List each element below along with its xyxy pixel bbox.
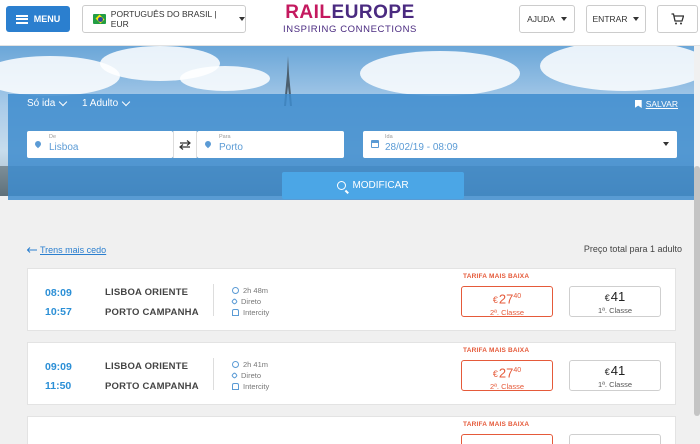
duration-row: 2h 41m <box>232 360 268 369</box>
fare-class: 2ª. Classe <box>489 382 525 392</box>
train-type-row: Intercity <box>232 382 269 391</box>
calendar-icon <box>371 140 379 148</box>
second-class-fare-button[interactable]: €2740 2ª. Classe <box>461 286 553 317</box>
modify-label: MODIFICAR <box>352 180 409 191</box>
help-button[interactable]: AJUDA <box>519 5 575 33</box>
passengers-label: 1 Adulto <box>82 98 119 109</box>
scrollbar-thumb[interactable] <box>694 166 700 416</box>
second-class-fare-button[interactable] <box>461 434 553 444</box>
arrival-time: 11:50 <box>45 380 72 392</box>
currency: € <box>492 369 498 380</box>
train-icon <box>232 309 239 316</box>
origin-station: LISBOA ORIENTE <box>105 287 189 298</box>
train-type: Intercity <box>243 382 270 391</box>
arrow-left-icon <box>27 247 37 253</box>
lowest-fare-badge: TARIFA MAIS BAIXA <box>463 421 530 428</box>
price-integer: 27 <box>498 291 514 307</box>
fare-class: 1ª. Classe <box>597 306 633 315</box>
search-panel: Só ida 1 Adulto SALVAR De Lisboa Para Po… <box>8 94 694 200</box>
destination-station: PORTO CAMPANHA <box>105 381 199 392</box>
pin-icon <box>203 139 213 149</box>
train-result-card[interactable]: TARIFA MAIS BAIXA <box>27 416 676 444</box>
lowest-fare-badge: TARIFA MAIS BAIXA <box>463 347 530 354</box>
departure-time: 08:09 <box>45 287 72 299</box>
logo-part1: RAIL <box>285 2 332 23</box>
price-decimal: 40 <box>513 367 522 374</box>
duration: 2h 48m <box>243 286 269 295</box>
search-icon <box>337 181 347 190</box>
top-header: MENU PORTUGUÊS DO BRASIL | EUR RAILEUROP… <box>0 0 700 46</box>
clock-icon <box>232 287 239 294</box>
route-type: Direto <box>241 297 262 306</box>
destination-station: PORTO CAMPANHA <box>105 307 199 318</box>
date-label: Ida <box>385 134 393 140</box>
trip-type-dropdown[interactable]: Só ida <box>27 97 68 109</box>
currency: € <box>604 367 610 377</box>
origin-station: LISBOA ORIENTE <box>105 361 189 372</box>
clock-icon <box>232 361 239 368</box>
save-label: SALVAR <box>645 99 678 109</box>
departure-date-field[interactable]: Ida 28/02/19 - 08:09 <box>363 131 677 158</box>
destination-field[interactable]: Para Porto <box>197 131 344 158</box>
logo-part2: EUROPE <box>331 2 415 23</box>
currency: € <box>604 293 610 303</box>
second-class-fare-button[interactable]: €2740 2ª. Classe <box>461 360 553 391</box>
modify-search-button[interactable]: MODIFICAR <box>282 172 464 199</box>
page-scrollbar[interactable] <box>694 46 700 444</box>
route-icon <box>230 297 239 306</box>
route-type-row: Direto <box>230 297 262 306</box>
origin-field[interactable]: De Lisboa <box>27 131 173 158</box>
price-integer: 27 <box>498 365 514 381</box>
duration-row: 2h 48m <box>232 286 268 295</box>
origin-value: Lisboa <box>49 142 79 153</box>
passengers-dropdown[interactable]: 1 Adulto <box>82 97 131 109</box>
swap-icon <box>179 139 191 150</box>
train-type: Intercity <box>243 308 270 317</box>
train-result-card[interactable]: 09:09 11:50 LISBOA ORIENTE PORTO CAMPANH… <box>27 342 676 405</box>
chevron-down-icon <box>59 97 68 107</box>
chevron-down-icon <box>633 17 640 21</box>
price-decimal: 40 <box>513 293 522 300</box>
route-type-row: Direto <box>230 371 262 380</box>
destination-label: Para <box>219 134 231 140</box>
login-label: ENTRAR <box>592 14 628 24</box>
first-class-fare-button[interactable] <box>569 434 661 444</box>
chevron-down-icon <box>663 142 669 146</box>
lowest-fare-badge: TARIFA MAIS BAIXA <box>463 273 530 280</box>
divider <box>213 358 214 390</box>
first-class-fare-button[interactable]: €41 1ª. Classe <box>569 360 661 391</box>
route-icon <box>230 371 239 380</box>
bookmark-icon <box>634 100 642 108</box>
train-icon <box>232 383 239 390</box>
divider <box>213 284 214 316</box>
currency: € <box>492 295 498 306</box>
chevron-down-icon <box>560 17 567 21</box>
login-button[interactable]: ENTRAR <box>586 5 646 33</box>
fare-class: 2ª. Classe <box>489 308 525 318</box>
save-search-button[interactable]: SALVAR <box>634 99 678 109</box>
departure-time: 09:09 <box>45 361 72 373</box>
first-class-fare-button[interactable]: €41 1ª. Classe <box>569 286 661 317</box>
swap-stations-button[interactable] <box>173 131 197 158</box>
arrival-time: 10:57 <box>45 306 72 318</box>
duration: 2h 41m <box>243 360 269 369</box>
trip-type-label: Só ida <box>27 98 56 109</box>
pin-icon <box>33 139 43 149</box>
help-label: AJUDA <box>527 14 555 24</box>
earlier-trains-label: Trens mais cedo <box>40 245 107 255</box>
chevron-down-icon <box>121 97 131 107</box>
destination-value: Porto <box>219 142 243 153</box>
train-result-card[interactable]: 08:09 10:57 LISBOA ORIENTE PORTO CAMPANH… <box>27 268 676 331</box>
price-integer: 41 <box>610 289 626 304</box>
date-value: 28/02/19 - 08:09 <box>385 142 458 153</box>
price-note: Preço total para 1 adulto <box>583 244 682 254</box>
earlier-trains-link[interactable]: Trens mais cedo <box>27 245 106 255</box>
route-type: Direto <box>241 371 262 380</box>
cart-icon <box>671 13 684 25</box>
train-type-row: Intercity <box>232 308 269 317</box>
origin-label: De <box>49 134 57 140</box>
cart-button[interactable] <box>657 5 698 33</box>
fare-class: 1ª. Classe <box>597 380 633 389</box>
price-integer: 41 <box>610 363 626 378</box>
